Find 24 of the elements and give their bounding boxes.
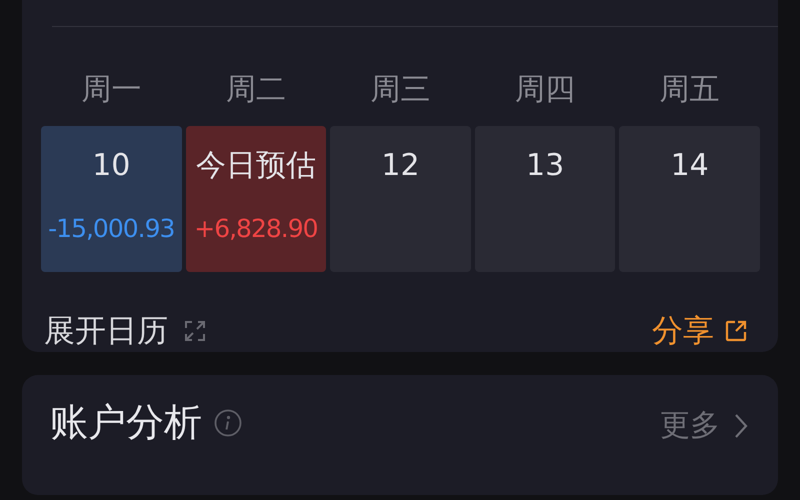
weekday-label: 周三 (370, 71, 430, 109)
expand-icon[interactable] (184, 320, 206, 342)
day-amount: +6,828.90 (194, 214, 318, 243)
weekday-label: 周五 (660, 71, 720, 109)
day-label: 12 (381, 148, 420, 184)
day-amount: -15,000.93 (48, 214, 174, 243)
day-cell[interactable]: 14 (619, 126, 760, 272)
share-button[interactable]: 分享 (652, 310, 748, 352)
expand-calendar-link[interactable]: 展开日历 (44, 310, 168, 352)
day-cell[interactable]: 今日预估 +6,828.90 (186, 126, 326, 272)
share-icon (724, 319, 748, 343)
weekday-label: 周二 (226, 71, 286, 109)
day-label: 14 (670, 148, 709, 184)
day-cell[interactable]: 10 -15,000.93 (41, 126, 182, 272)
day-label: 13 (526, 148, 564, 184)
section-title: 账户分析 (50, 399, 202, 446)
day-cell[interactable]: 13 (474, 126, 616, 272)
day-label: 10 (92, 148, 130, 184)
day-label: 今日预估 (196, 148, 316, 184)
weekday-label: 周四 (515, 71, 576, 109)
chevron-icon (734, 412, 748, 438)
day-cell[interactable]: 12 (330, 126, 471, 272)
info-icon[interactable] (214, 408, 242, 436)
weekday-label: 周一 (81, 71, 142, 109)
